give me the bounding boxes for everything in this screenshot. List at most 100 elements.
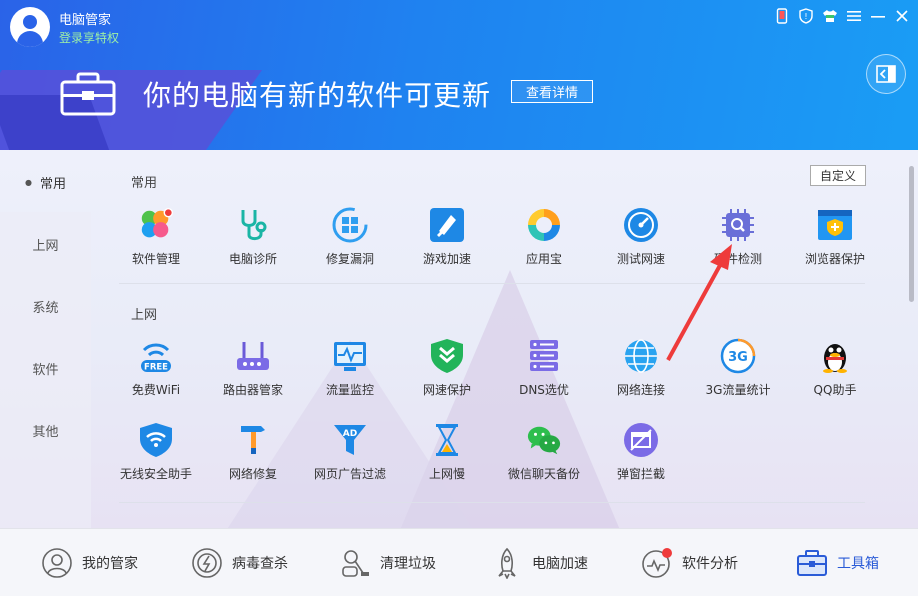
nav-speed-up[interactable]: 电脑加速 [490, 529, 588, 597]
sidebar-item-common[interactable]: ● 常用 [0, 152, 91, 212]
wifi-shield-icon [138, 422, 174, 458]
speedometer-icon [623, 207, 659, 243]
traffic-monitor-icon [332, 338, 368, 374]
nav-software-analysis[interactable]: 软件分析 [640, 529, 738, 597]
tool-dns-optimize[interactable]: DNS选优 [499, 338, 589, 408]
header-banner: 电脑管家 登录享特权 ! 你的电脑有新的软件可更新 查看详情 [0, 0, 918, 150]
app-store-icon [526, 207, 562, 243]
nav-label: 病毒查杀 [232, 556, 288, 572]
nav-toolbox[interactable]: 工具箱 [795, 529, 879, 597]
tool-slow-internet[interactable]: 上网慢 [402, 422, 492, 492]
speed-shield-icon [429, 338, 465, 374]
tool-network-connect[interactable]: 网络连接 [596, 338, 686, 408]
skin-icon[interactable] [822, 8, 838, 24]
popup-block-icon [623, 422, 659, 458]
nav-virus-scan[interactable]: 病毒查杀 [190, 529, 288, 597]
update-headline: 你的电脑有新的软件可更新 [143, 79, 492, 112]
login-link[interactable]: 登录享特权 [59, 29, 119, 46]
tool-label: 流量监控 [325, 383, 374, 397]
section-divider [119, 283, 865, 284]
tool-label: 软件管理 [131, 252, 180, 266]
tool-label: 网络修复 [228, 467, 277, 481]
bottom-nav: 我的管家 病毒查杀 清理垃圾 电脑加速 软件分析 工具箱 [0, 528, 918, 596]
toolbox-icon [60, 72, 116, 116]
sidebar-item-software[interactable]: 软件 [0, 338, 91, 398]
close-icon[interactable] [894, 8, 910, 24]
tool-label: 网页广告过滤 [313, 467, 386, 481]
windows-repair-icon [332, 207, 368, 243]
tool-label: 3G流量统计 [705, 383, 771, 397]
virus-scan-icon [190, 546, 224, 580]
view-details-button[interactable]: 查看详情 [511, 80, 593, 103]
software-manager-icon [138, 207, 174, 243]
tool-router-manager[interactable]: 路由器管家 [208, 338, 298, 408]
section-title-common: 常用 [131, 176, 158, 191]
router-icon [235, 338, 271, 374]
nav-label: 工具箱 [837, 556, 879, 572]
rocket-icon [490, 546, 524, 580]
tool-wireless-security[interactable]: 无线安全助手 [111, 422, 201, 492]
exit-icon [876, 65, 896, 83]
tool-label: 游戏加速 [422, 252, 471, 266]
game-boost-icon [429, 207, 465, 243]
tool-label: QQ助手 [813, 383, 857, 397]
3g-badge: 3G [728, 350, 748, 365]
chip-search-icon [720, 207, 756, 243]
tool-popup-block[interactable]: 弹窗拦截 [596, 422, 686, 492]
tool-app-store[interactable]: 应用宝 [499, 207, 589, 277]
wechat-icon [526, 422, 562, 458]
sidebar-item-system[interactable]: 系统 [0, 276, 91, 336]
tool-label: 网络连接 [616, 383, 665, 397]
ad-badge: AD [343, 429, 357, 439]
collapse-button[interactable] [866, 54, 906, 94]
tool-pc-clinic[interactable]: 电脑诊所 [208, 207, 298, 277]
tool-game-boost[interactable]: 游戏加速 [402, 207, 492, 277]
tool-label: 修复漏洞 [325, 252, 374, 266]
tool-qq-assistant[interactable]: QQ助手 [790, 338, 880, 408]
tool-fix-vulnerabilities[interactable]: 修复漏洞 [305, 207, 395, 277]
shield-icon[interactable]: ! [798, 8, 814, 24]
tool-wechat-backup[interactable]: 微信聊天备份 [499, 422, 589, 492]
tool-traffic-monitor[interactable]: 流量监控 [305, 338, 395, 408]
scrollbar-thumb[interactable] [909, 166, 914, 302]
sidebar: ● 常用 上网 系统 软件 其他 [0, 150, 91, 528]
phone-icon[interactable] [774, 8, 790, 24]
stethoscope-icon [235, 207, 271, 243]
active-dot-icon: ● [25, 177, 32, 187]
free-badge: FREE [144, 363, 168, 373]
sidebar-item-label: 常用 [39, 176, 66, 192]
tool-3g-traffic[interactable]: 3G 3G流量统计 [693, 338, 783, 408]
tool-ad-filter[interactable]: AD 网页广告过滤 [305, 422, 395, 492]
tool-software-manager[interactable]: 软件管理 [111, 207, 201, 277]
avatar[interactable] [10, 7, 50, 47]
tool-free-wifi[interactable]: FREE 免费WiFi [111, 338, 201, 408]
menu-icon[interactable] [846, 8, 862, 24]
ad-filter-icon: AD [332, 422, 368, 458]
3g-icon: 3G [720, 338, 756, 374]
browser-shield-icon [817, 207, 853, 243]
sidebar-item-other[interactable]: 其他 [0, 400, 91, 460]
tool-label: 网速保护 [422, 383, 471, 397]
sidebar-item-label: 系统 [32, 300, 59, 316]
scrollbar[interactable] [906, 160, 918, 528]
nav-my-butler[interactable]: 我的管家 [40, 529, 138, 597]
sidebar-item-internet[interactable]: 上网 [0, 214, 91, 274]
free-wifi-icon: FREE [138, 338, 174, 374]
nav-label: 清理垃圾 [380, 556, 436, 572]
minimize-icon[interactable] [870, 8, 886, 24]
customize-button[interactable]: 自定义 [810, 165, 866, 186]
vacuum-icon [338, 546, 372, 580]
tool-speed-test[interactable]: 测试网速 [596, 207, 686, 277]
tool-browser-protection[interactable]: 浏览器保护 [790, 207, 880, 277]
app-title: 电脑管家 [59, 13, 112, 28]
tool-hardware-check[interactable]: 硬件检测 [693, 207, 783, 277]
tool-label: 路由器管家 [222, 383, 283, 397]
hammer-icon [235, 422, 271, 458]
tool-network-repair[interactable]: 网络修复 [208, 422, 298, 492]
tool-speed-protect[interactable]: 网速保护 [402, 338, 492, 408]
window-controls: ! [774, 8, 910, 24]
butler-icon [40, 546, 74, 580]
nav-clean-junk[interactable]: 清理垃圾 [338, 529, 436, 597]
dns-server-icon [526, 338, 562, 374]
tool-label: 微信聊天备份 [507, 467, 580, 481]
